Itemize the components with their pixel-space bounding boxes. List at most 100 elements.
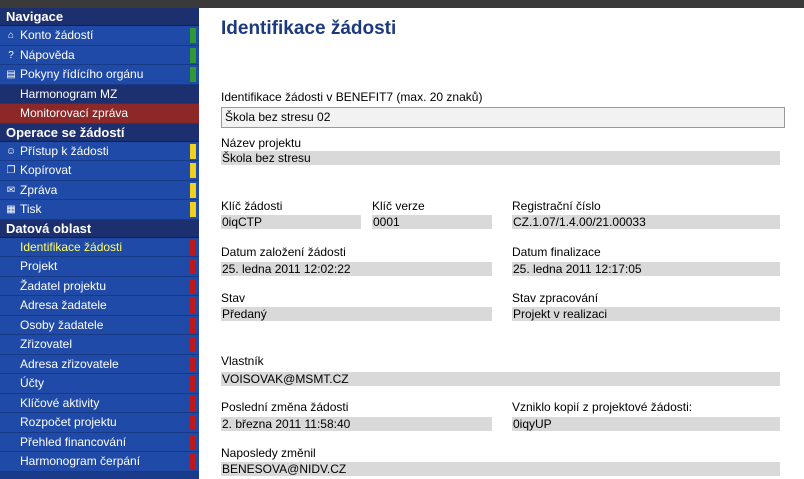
- status-marker: [190, 67, 196, 82]
- page-title: Identifikace žádosti: [221, 18, 397, 39]
- naposledy-zmenil-value: BENESOVA@NIDV.CZ: [221, 462, 780, 476]
- status-marker: [190, 259, 196, 274]
- posledni-zmena-value: 2. března 2011 11:58:40: [221, 417, 492, 431]
- mail-icon: ✉: [6, 184, 16, 196]
- top-bar: [0, 0, 804, 8]
- sidebar-item-pokyny[interactable]: ▤ Pokyny řídícího orgánu: [0, 65, 199, 85]
- vzniklo-kopii-label: Vzniklo kopií z projektové žádosti:: [512, 400, 693, 414]
- sidebar-item-label: Kopírovat: [20, 163, 72, 177]
- identifikace-label: Identifikace žádosti v BENEFIT7 (max. 20…: [221, 90, 483, 104]
- status-marker: [190, 356, 196, 372]
- sidebar-item-label: Zpráva: [20, 182, 58, 197]
- sidebar-item-label: Účty: [20, 376, 44, 390]
- posledni-zmena-label: Poslední změna žádosti: [221, 400, 349, 414]
- user-icon: ☺: [5, 145, 17, 157]
- sidebar-item-identifikace[interactable]: Identifikace žádosti: [0, 237, 199, 257]
- sidebar: Navigace ⌂ Konto žádostí ? Nápověda ▤ Po…: [0, 8, 199, 479]
- nazev-projektu-label: Název projektu: [221, 136, 302, 150]
- status-marker: [190, 163, 196, 178]
- sidebar-item-label: Monitorovací zpráva: [20, 106, 129, 120]
- sidebar-item-label: Adresa žadatele: [20, 298, 107, 312]
- stav-label: Stav: [221, 291, 246, 305]
- sidebar-item-label: Osoby žadatele: [20, 317, 104, 332]
- nazev-projektu-value: Škola bez stresu: [221, 151, 780, 165]
- sidebar-item-label: Klíčové aktivity: [20, 395, 100, 410]
- status-marker: [190, 202, 196, 217]
- sidebar-item-label: Rozpočet projektu: [20, 415, 117, 429]
- sidebar-item-label: Nápověda: [20, 47, 75, 62]
- status-marker: [190, 182, 196, 198]
- sidebar-item-adresa-zrizovatele[interactable]: Adresa zřizovatele: [0, 354, 199, 374]
- sidebar-item-osoby-zadatele[interactable]: Osoby žadatele: [0, 315, 199, 335]
- klic-zadosti-value: 0iqCTP: [221, 215, 361, 229]
- print-icon: ▦: [6, 204, 16, 215]
- stav-zpracovani-value: Projekt v realizaci: [512, 307, 780, 321]
- status-marker: [190, 47, 196, 63]
- stav-zpracovani-label: Stav zpracování: [512, 291, 599, 305]
- sidebar-item-label: Harmonogram čerpání: [20, 454, 141, 468]
- book-icon: ▤: [6, 69, 16, 80]
- sidebar-item-label: Pokyny řídícího orgánu: [20, 67, 144, 81]
- sidebar-item-label: Zřizovatel: [20, 337, 73, 351]
- status-marker: [190, 317, 196, 333]
- registracni-cislo-value: CZ.1.07/1.4.00/21.00033: [512, 215, 780, 229]
- home-icon: ⌂: [7, 30, 15, 41]
- sidebar-item-label: Identifikace žádosti: [20, 239, 123, 254]
- vzniklo-kopii-value: 0iqyUP: [512, 417, 780, 431]
- status-marker: [190, 28, 196, 43]
- sidebar-item-label: Projekt: [20, 259, 58, 273]
- sidebar-item-zrizovatel[interactable]: Zřizovatel: [0, 335, 199, 355]
- status-marker: [190, 395, 196, 411]
- datum-zalozeni-label: Datum založení žádosti: [221, 245, 346, 259]
- section-operace: Operace se žádostí: [0, 123, 199, 142]
- copy-icon: ❐: [6, 165, 16, 176]
- status-marker: [190, 337, 196, 352]
- sidebar-item-projekt[interactable]: Projekt: [0, 257, 199, 277]
- sidebar-item-label: Konto žádostí: [20, 28, 94, 42]
- sidebar-item-zadatel-projektu[interactable]: Žadatel projektu: [0, 276, 199, 296]
- sidebar-item-ucty[interactable]: Účty: [0, 374, 199, 394]
- sidebar-item-monitorovaci-zprava[interactable]: Monitorovací zpráva: [0, 104, 199, 124]
- sidebar-item-label: Adresa zřizovatele: [20, 356, 119, 371]
- status-marker: [190, 434, 196, 450]
- sidebar-item-konto[interactable]: ⌂ Konto žádostí: [0, 26, 199, 46]
- sidebar-item-napoveda[interactable]: ? Nápověda: [0, 45, 199, 65]
- vlastnik-label: Vlastník: [221, 354, 264, 368]
- sidebar-item-pristup[interactable]: ☺ Přístup k žádosti: [0, 141, 199, 161]
- status-marker: [190, 415, 196, 430]
- sidebar-item-prehled-financovani[interactable]: Přehled financování: [0, 432, 199, 452]
- status-marker: [190, 143, 196, 159]
- datum-finalizace-label: Datum finalizace: [512, 245, 601, 259]
- sidebar-item-klicove-aktivity[interactable]: Klíčové aktivity: [0, 393, 199, 413]
- status-marker: [190, 278, 196, 294]
- datum-zalozeni-value: 25. ledna 2011 12:02:22: [221, 262, 492, 276]
- sidebar-item-label: Přehled financování: [20, 434, 127, 449]
- sidebar-item-label: Harmonogram MZ: [20, 86, 118, 101]
- status-marker: [190, 239, 196, 255]
- sidebar-item-adresa-zadatele[interactable]: Adresa žadatele: [0, 296, 199, 316]
- identifikace-input[interactable]: Škola bez stresu 02: [221, 107, 785, 128]
- main-content: Identifikace žádosti Identifikace žádost…: [199, 8, 804, 479]
- naposledy-zmenil-label: Naposledy změnil: [221, 446, 316, 460]
- vlastnik-value: VOISOVAK@MSMT.CZ: [221, 372, 780, 386]
- status-marker: [190, 376, 196, 391]
- help-icon: ?: [8, 49, 14, 61]
- datum-finalizace-value: 25. ledna 2011 12:17:05: [512, 262, 780, 276]
- sidebar-item-kopirovat[interactable]: ❐ Kopírovat: [0, 161, 199, 181]
- status-marker: [190, 454, 196, 469]
- sidebar-item-tisk[interactable]: ▦ Tisk: [0, 200, 199, 220]
- klic-verze-value: 0001: [372, 215, 492, 229]
- klic-zadosti-label: Klíč žádosti: [221, 199, 283, 213]
- klic-verze-label: Klíč verze: [372, 199, 425, 213]
- registracni-cislo-label: Registrační číslo: [512, 199, 601, 213]
- section-datova-oblast: Datová oblast: [0, 219, 199, 238]
- sidebar-item-label: Tisk: [20, 202, 42, 216]
- status-marker: [190, 298, 196, 313]
- stav-value: Předaný: [221, 307, 492, 321]
- section-navigace: Navigace: [0, 8, 199, 26]
- sidebar-item-label: Žadatel projektu: [20, 278, 107, 293]
- sidebar-item-harmonogram-mz[interactable]: Harmonogram MZ: [0, 84, 199, 104]
- sidebar-item-harmonogram-cerpani[interactable]: Harmonogram čerpání: [0, 452, 199, 472]
- sidebar-item-zprava[interactable]: ✉ Zpráva: [0, 180, 199, 200]
- sidebar-item-rozpocet[interactable]: Rozpočet projektu: [0, 413, 199, 433]
